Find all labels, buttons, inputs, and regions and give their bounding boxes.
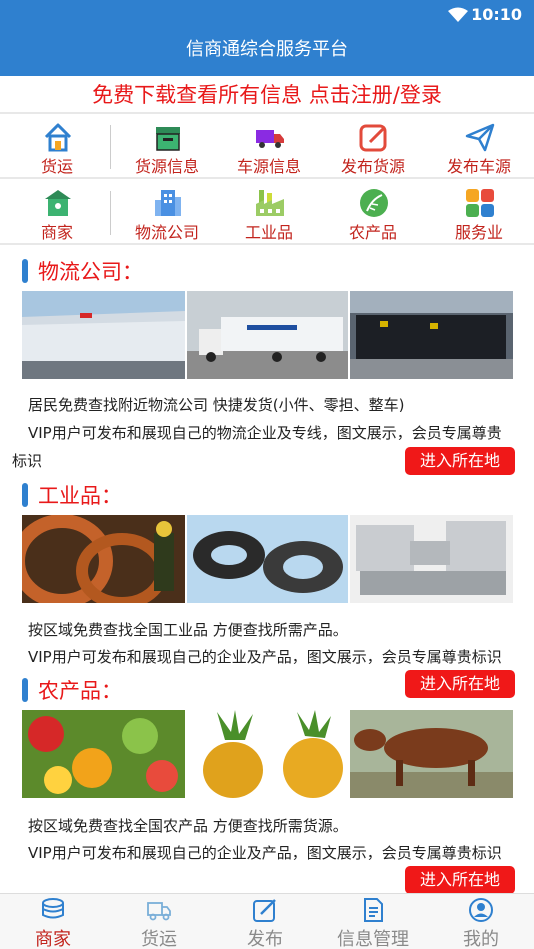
section-description: 按区域免费查找全国农产品 方便查找所需货源。	[28, 817, 348, 835]
section-description: 按区域免费查找全国工业品 方便查找所需产品。	[28, 621, 348, 639]
category-label: 农产品	[348, 223, 397, 242]
leaf-icon	[360, 189, 388, 217]
truck-icon	[256, 130, 284, 148]
section-vip-note: VIP用户可发布和展现自己的物流企业及专线，图文展示，会员专属尊贵	[28, 424, 502, 442]
factory-icon	[256, 190, 284, 216]
category-services[interactable]: 服务业	[426, 181, 532, 245]
logistics-pallets-photo[interactable]	[350, 291, 513, 379]
category-label: 发布货源	[340, 157, 405, 176]
logistics-truck-photo[interactable]	[187, 291, 348, 379]
category-industrial[interactable]: 工业品	[216, 181, 322, 245]
profile-icon	[469, 898, 493, 922]
logistics-warehouse-photo[interactable]	[22, 291, 185, 379]
category-label: 服务业	[454, 223, 503, 242]
coins-icon	[42, 898, 64, 919]
tab-profile[interactable]: 我的	[428, 894, 534, 949]
category-logistics-company[interactable]: 物流公司	[114, 181, 220, 245]
category-post-cargo[interactable]: 发布货源	[320, 115, 426, 179]
category-freight[interactable]: 货运	[4, 115, 110, 179]
tab-label: 商家	[35, 929, 71, 949]
category-label: 货源信息	[134, 157, 199, 176]
tab-publish[interactable]: 发布	[212, 894, 318, 949]
status-bar: 10:10	[0, 0, 534, 30]
tab-freight[interactable]: 货运	[106, 894, 212, 949]
tab-label: 信息管理	[337, 929, 409, 949]
tab-label: 我的	[463, 929, 499, 949]
box-icon	[156, 127, 180, 151]
category-label: 车源信息	[236, 157, 301, 176]
category-row-1: 货运 货源信息 车源信息 发布货源 发布车源	[0, 115, 534, 179]
edit-icon	[359, 124, 387, 152]
pineapples-photo[interactable]	[187, 710, 348, 798]
shop-icon	[45, 190, 71, 216]
register-login-banner[interactable]: 免费下载查看所有信息 点击注册/登录	[0, 76, 534, 114]
app-title: 信商通综合服务平台	[0, 30, 534, 76]
category-label: 商家	[40, 223, 73, 242]
section-vip-note-wrap: 标识	[12, 452, 43, 470]
wifi-icon	[448, 7, 468, 22]
bottom-tab-bar: 商家 货运 发布 信息管理 我的	[0, 893, 534, 949]
category-vehicle-info[interactable]: 车源信息	[216, 115, 322, 179]
send-icon	[465, 123, 495, 152]
tab-merchants[interactable]: 商家	[0, 894, 106, 949]
copper-coils-photo[interactable]	[22, 515, 185, 603]
category-cargo-info[interactable]: 货源信息	[114, 115, 220, 179]
tab-label: 货运	[141, 929, 177, 949]
category-label: 发布车源	[446, 157, 511, 176]
vegetables-photo[interactable]	[22, 710, 185, 798]
building-icon	[155, 190, 181, 216]
divider	[110, 125, 111, 169]
category-label: 货运	[40, 157, 73, 176]
divider	[110, 191, 111, 235]
status-time: 10:10	[471, 5, 522, 24]
tab-info-management[interactable]: 信息管理	[320, 894, 426, 949]
category-label: 物流公司	[134, 223, 199, 242]
category-row-2: 商家 物流公司 工业品 农产品 服务业	[0, 181, 534, 245]
delivery-icon	[147, 902, 171, 921]
enter-location-button[interactable]: 进入所在地	[405, 447, 515, 475]
section-description: 居民免费查找附近物流公司 快捷发货(小件、零担、整车)	[28, 396, 405, 414]
house-icon	[44, 123, 72, 152]
category-agricultural[interactable]: 农产品	[320, 181, 426, 245]
grid-icon	[466, 189, 494, 217]
enter-location-button[interactable]: 进入所在地	[405, 670, 515, 698]
category-merchants[interactable]: 商家	[4, 181, 110, 245]
category-label: 工业品	[244, 223, 293, 242]
sorting-machine-photo[interactable]	[350, 515, 513, 603]
industrial-gears-photo[interactable]	[187, 515, 348, 603]
category-post-vehicle[interactable]: 发布车源	[426, 115, 532, 179]
cattle-photo[interactable]	[350, 710, 513, 798]
edit-icon	[253, 899, 276, 922]
enter-location-button[interactable]: 进入所在地	[405, 866, 515, 894]
tab-label: 发布	[247, 929, 283, 949]
document-icon	[364, 898, 383, 922]
section-vip-note: VIP用户可发布和展现自己的企业及产品，图文展示，会员专属尊贵标识	[28, 648, 502, 666]
section-vip-note: VIP用户可发布和展现自己的企业及产品，图文展示，会员专属尊贵标识	[28, 844, 502, 862]
